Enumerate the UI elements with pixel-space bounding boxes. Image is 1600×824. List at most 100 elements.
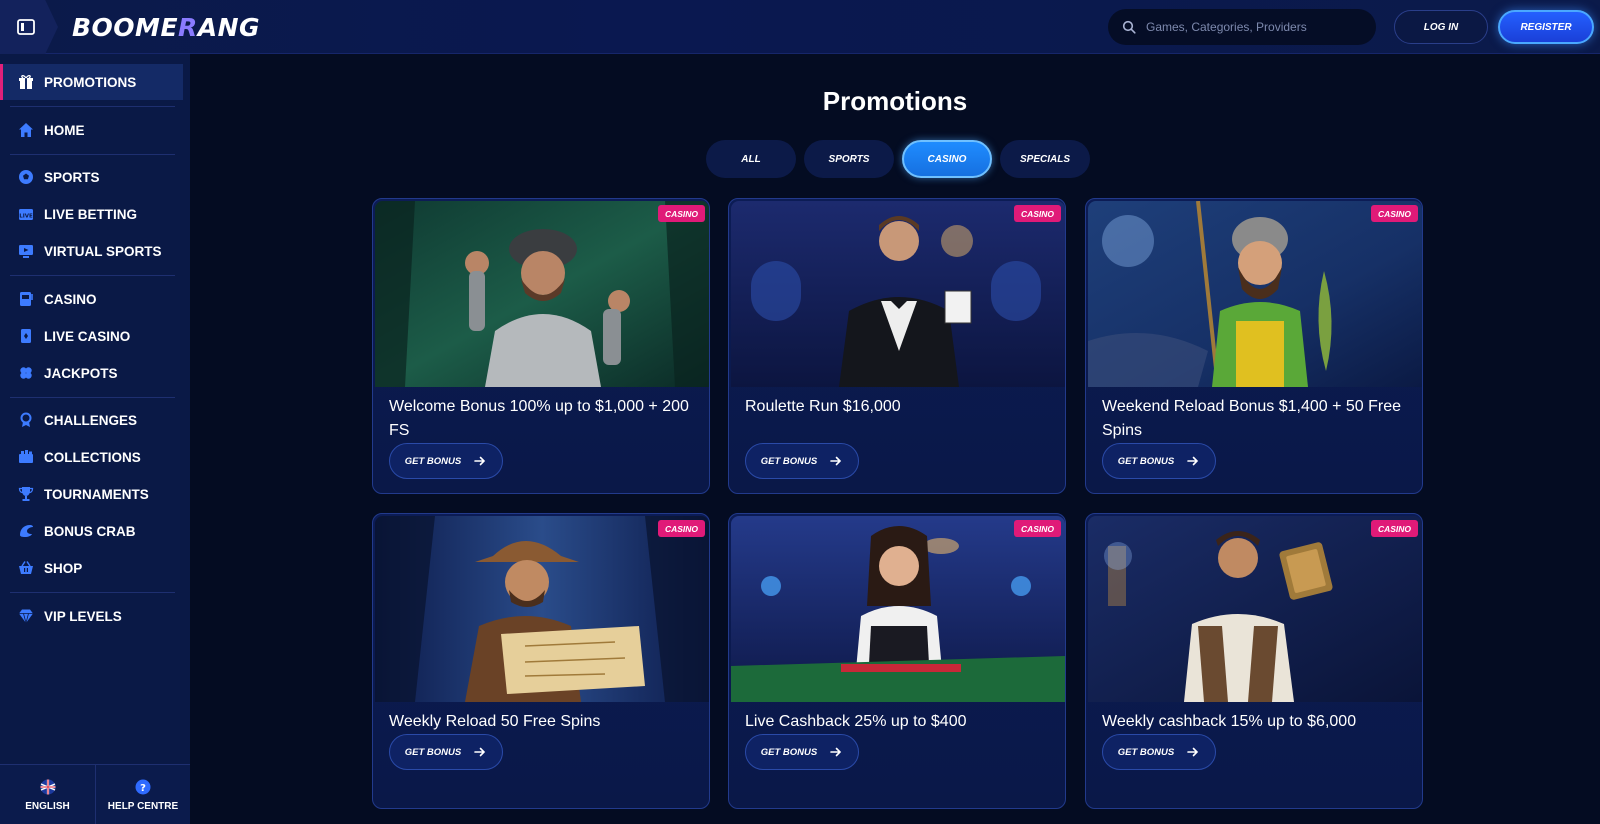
sidebar-toggle-icon [17, 19, 35, 35]
promo-card[interactable]: CASINO Live Cashback 25% up to $400 GET … [728, 513, 1066, 809]
search-icon [1122, 20, 1136, 34]
get-bonus-label: GET BONUS [1117, 455, 1175, 467]
sidebar-item-label: COLLECTIONS [44, 449, 141, 465]
arrow-right-icon [830, 747, 842, 757]
promo-title: Welcome Bonus 100% up to $1,000 + 200 FS [389, 398, 689, 439]
arrow-right-icon [474, 456, 486, 466]
flag-icon [40, 779, 55, 794]
sidebar-item-promotions[interactable]: PROMOTIONS [0, 64, 183, 100]
top-bar: BOOMERANG LOG IN REGISTER [0, 0, 1600, 54]
cards-icon [18, 328, 34, 344]
sidebar-item-label: SHOP [44, 560, 83, 576]
sidebar-item-jackpots[interactable]: JACKPOTS [0, 355, 190, 391]
get-bonus-label: GET BONUS [760, 746, 818, 758]
sidebar-item-label: VIRTUAL SPORTS [44, 243, 162, 259]
promo-card[interactable]: CASINO Weekly cashback 15% up to $6,000 … [1085, 513, 1423, 809]
promo-image: CASINO [731, 201, 1065, 387]
promo-card[interactable]: CASINO Weekend Reload Bonus $1,400 + 50 … [1085, 198, 1423, 494]
sidebar-item-label: PROMOTIONS [44, 74, 137, 90]
sidebar-item-live-casino[interactable]: LIVE CASINO [0, 318, 190, 354]
get-bonus-label: GET BONUS [404, 455, 462, 467]
promo-title: Weekend Reload Bonus $1,400 + 50 Free Sp… [1102, 398, 1402, 439]
sidebar-item-shop[interactable]: SHOP [0, 550, 190, 586]
promo-image: CASINO [375, 201, 709, 387]
get-bonus-button[interactable]: GET BONUS [745, 443, 859, 479]
sidebar-item-label: VIP LEVELS [44, 608, 122, 624]
promo-card[interactable]: CASINO Welcome Bonus 100% up to $1,000 +… [372, 198, 710, 494]
promo-image: CASINO [731, 516, 1065, 702]
sidebar: PROMOTIONS HOME SPORTS LIVE LIVE BETTING… [0, 54, 190, 824]
monitor-icon [18, 243, 34, 259]
sidebar-item-home[interactable]: HOME [0, 112, 190, 148]
get-bonus-button[interactable]: GET BONUS [1102, 734, 1216, 770]
sidebar-item-challenges[interactable]: CHALLENGES [0, 402, 190, 438]
sidebar-item-bonus-crab[interactable]: BONUS CRAB [0, 513, 190, 549]
promo-image: CASINO [375, 516, 709, 702]
arrow-right-icon [830, 456, 842, 466]
tab-specials[interactable]: SPECIALS [1000, 140, 1090, 178]
promo-title: Live Cashback 25% up to $400 [745, 713, 967, 730]
promo-card[interactable]: CASINO Roulette Run $16,000 GET BONUS [728, 198, 1066, 494]
sidebar-divider [10, 592, 175, 593]
search-bar[interactable] [1108, 9, 1376, 45]
get-bonus-button[interactable]: GET BONUS [745, 734, 859, 770]
sidebar-item-label: SPORTS [44, 169, 100, 185]
search-input[interactable] [1146, 20, 1366, 34]
sidebar-divider [10, 275, 175, 276]
sidebar-divider [10, 106, 175, 107]
language-label: ENGLISH [25, 800, 70, 812]
svg-text:LIVE: LIVE [19, 214, 33, 220]
promo-card[interactable]: CASINO Weekly Reload 50 Free Spins GET B… [372, 513, 710, 809]
casino-badge: CASINO [1370, 520, 1418, 537]
page-title: Promotions [822, 86, 968, 116]
boomerang-logo[interactable]: BOOME R ANG [72, 12, 260, 42]
collection-icon [18, 449, 34, 465]
slot-machine-icon [18, 291, 34, 307]
help-label: HELP CENTRE [107, 800, 179, 812]
casino-badge: CASINO [657, 205, 705, 222]
home-icon [18, 122, 34, 138]
casino-badge: CASINO [1370, 205, 1418, 222]
basket-icon [18, 560, 34, 576]
diamond-icon [18, 608, 34, 624]
sidebar-divider [10, 397, 175, 398]
help-centre-button[interactable]: ? HELP CENTRE [95, 765, 190, 824]
get-bonus-button[interactable]: GET BONUS [1102, 443, 1216, 479]
sidebar-item-virtual-sports[interactable]: VIRTUAL SPORTS [0, 233, 190, 269]
promo-title: Weekly cashback 15% up to $6,000 [1102, 713, 1357, 730]
tab-casino[interactable]: CASINO [902, 140, 992, 178]
casino-badge: CASINO [1013, 205, 1061, 222]
sidebar-item-label: TOURNAMENTS [44, 486, 149, 502]
sidebar-item-sports[interactable]: SPORTS [0, 159, 190, 195]
get-bonus-label: GET BONUS [1117, 746, 1175, 758]
logo-text-accent: R [178, 12, 198, 42]
sidebar-item-casino[interactable]: CASINO [0, 281, 190, 317]
sidebar-item-vip-levels[interactable]: VIP LEVELS [0, 598, 190, 634]
login-button[interactable]: LOG IN [1394, 10, 1488, 44]
help-icon: ? [135, 779, 151, 794]
medal-icon [18, 412, 34, 428]
tab-sports[interactable]: SPORTS [804, 140, 894, 178]
sidebar-item-label: CASINO [44, 291, 97, 307]
gift-icon [18, 74, 34, 90]
tab-all[interactable]: ALL [706, 140, 796, 178]
sidebar-item-label: LIVE CASINO [44, 328, 131, 344]
promo-image: CASINO [1088, 201, 1422, 387]
sidebar-item-label: BONUS CRAB [44, 523, 136, 539]
language-button[interactable]: ENGLISH [0, 765, 95, 824]
sidebar-item-label: CHALLENGES [44, 412, 138, 428]
get-bonus-label: GET BONUS [404, 746, 462, 758]
sidebar-item-tournaments[interactable]: TOURNAMENTS [0, 476, 190, 512]
sidebar-item-collections[interactable]: COLLECTIONS [0, 439, 190, 475]
get-bonus-label: GET BONUS [760, 455, 818, 467]
register-button[interactable]: REGISTER [1498, 10, 1594, 44]
get-bonus-button[interactable]: GET BONUS [389, 734, 503, 770]
svg-text:?: ? [140, 783, 146, 794]
promo-title: Weekly Reload 50 Free Spins [389, 713, 601, 730]
promotion-filter-tabs: ALL SPORTS CASINO SPECIALS [706, 140, 1090, 178]
sidebar-divider [10, 154, 175, 155]
get-bonus-button[interactable]: GET BONUS [389, 443, 503, 479]
sidebar-footer: ENGLISH ? HELP CENTRE [0, 764, 190, 824]
sidebar-item-live-betting[interactable]: LIVE LIVE BETTING [0, 196, 190, 232]
sidebar-toggle-button[interactable] [0, 0, 58, 54]
